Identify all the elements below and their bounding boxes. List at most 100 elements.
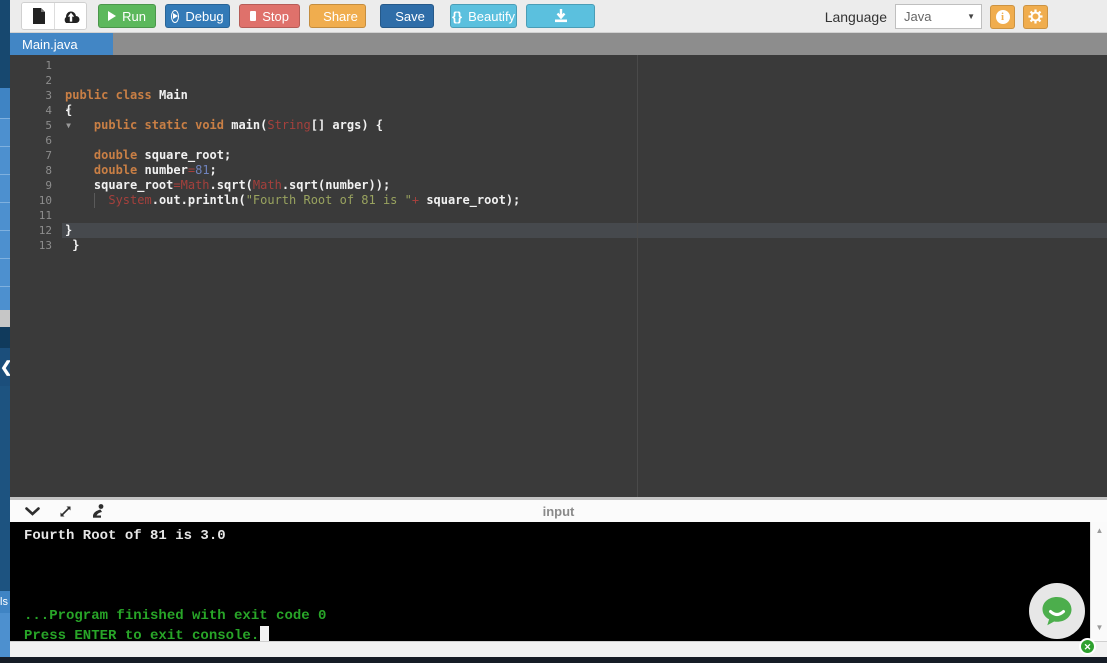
code-line[interactable]	[65, 73, 1107, 88]
toolbar-right: Language Java ▼ i	[825, 0, 1048, 33]
upload-icon	[62, 9, 80, 23]
code-line[interactable]: public class Main	[65, 88, 1107, 103]
expand-console-button[interactable]	[55, 502, 75, 520]
info-icon: i	[996, 10, 1010, 24]
tab-main-java[interactable]: Main.java	[10, 33, 113, 55]
console-line	[24, 566, 1090, 586]
sidebar-partial-text: ls	[0, 596, 8, 608]
code-line[interactable]: System.out.println("Fourth Root of 81 is…	[65, 193, 1107, 208]
sidebar-segment[interactable]	[0, 230, 10, 258]
code-line[interactable]: public static void main(String[] args) {	[65, 118, 1107, 133]
sidebar-partial-label: ls	[0, 591, 10, 613]
line-number[interactable]: 3	[10, 88, 62, 103]
line-number[interactable]: 11	[10, 208, 62, 223]
beautify-button[interactable]: {} Beautify	[450, 4, 517, 28]
language-select[interactable]: Java ▼	[895, 4, 982, 29]
sidebar-segment[interactable]	[0, 310, 10, 327]
code-line[interactable]	[65, 208, 1107, 223]
sidebar-segment[interactable]	[0, 286, 10, 310]
sidebar-segment[interactable]	[0, 146, 10, 174]
chat-bubble-icon	[1039, 593, 1075, 629]
console-line: Fourth Root of 81 is 3.0	[24, 526, 1090, 546]
code-line[interactable]: square_root=Math.sqrt(Math.sqrt(number))…	[65, 178, 1107, 193]
code-line[interactable]: {	[65, 103, 1107, 118]
line-number[interactable]: 13	[10, 238, 62, 253]
scroll-down-button[interactable]: ▼	[1091, 621, 1107, 635]
stop-button[interactable]: Stop	[239, 4, 300, 28]
console-input-label: input	[543, 504, 575, 519]
code-line[interactable]: }	[65, 223, 1107, 238]
line-number[interactable]: 1	[10, 58, 62, 73]
code-line[interactable]: double number=81;	[65, 163, 1107, 178]
indent-guide	[94, 193, 95, 208]
ide-window: ❮ ls Run Debug Stop Share	[0, 0, 1107, 663]
sidebar-segment	[0, 386, 10, 591]
line-number[interactable]: 7	[10, 148, 62, 163]
upload-button[interactable]	[54, 3, 86, 29]
tab-bar: Main.java	[10, 33, 1107, 55]
sidebar-segment[interactable]	[0, 202, 10, 230]
console-line: ...Program finished with exit code 0	[24, 606, 1090, 626]
debug-play-icon	[171, 10, 179, 23]
console-cursor	[260, 626, 269, 641]
toolbar: Run Debug Stop Share Save {} Beautify La…	[10, 0, 1107, 33]
save-button[interactable]: Save	[380, 4, 434, 28]
console-header: input	[10, 497, 1107, 522]
sidebar-segment[interactable]	[0, 88, 10, 118]
info-button[interactable]: i	[990, 5, 1015, 29]
run-button[interactable]: Run	[98, 4, 156, 28]
chat-button[interactable]	[1029, 583, 1085, 639]
beautify-button-label: Beautify	[468, 9, 515, 24]
download-button[interactable]	[526, 4, 595, 28]
language-selected-value: Java	[904, 9, 931, 24]
detach-console-button[interactable]	[88, 502, 108, 520]
settings-button[interactable]	[1023, 5, 1048, 29]
gutter: 1234▼5▼678910111213	[10, 58, 62, 253]
collapsed-sidebar[interactable]: ❮ ls	[0, 0, 10, 657]
sidebar-segment[interactable]	[0, 258, 10, 286]
code-line[interactable]	[65, 58, 1107, 73]
sidebar-segment[interactable]	[0, 613, 10, 659]
console-line	[24, 586, 1090, 606]
sidebar-segment[interactable]	[0, 118, 10, 146]
line-number[interactable]: 10	[10, 193, 62, 208]
debug-button[interactable]: Debug	[165, 4, 230, 28]
sidebar-segment	[0, 327, 10, 348]
chevron-down-icon	[25, 507, 40, 516]
console-header-icons	[22, 502, 108, 520]
line-number[interactable]: 2	[10, 73, 62, 88]
console-output[interactable]: Fourth Root of 81 is 3.0 ...Program fini…	[10, 522, 1090, 641]
chat-close-button[interactable]: ✕	[1079, 638, 1096, 655]
code-line[interactable]	[65, 133, 1107, 148]
code-editor[interactable]: 1234▼5▼678910111213 public class Main{ p…	[10, 55, 1107, 497]
line-number[interactable]: 8	[10, 163, 62, 178]
chevron-down-icon: ▼	[967, 12, 975, 21]
code-line[interactable]: double square_root;	[65, 148, 1107, 163]
sidebar-segment[interactable]	[0, 174, 10, 202]
line-number[interactable]: 6	[10, 133, 62, 148]
gear-icon	[1028, 9, 1043, 24]
sidebar-collapse-button[interactable]: ❮	[0, 348, 10, 386]
download-icon	[554, 9, 568, 23]
sidebar-segment[interactable]	[0, 0, 10, 88]
save-button-label: Save	[395, 9, 425, 24]
expand-icon	[58, 504, 73, 519]
line-number[interactable]: 12	[10, 223, 62, 238]
code-line[interactable]: }	[65, 238, 1107, 253]
new-file-button[interactable]	[22, 3, 54, 29]
console-line: Press ENTER to exit console.	[24, 626, 1090, 641]
console-scrollbar[interactable]: ▲ ▼	[1090, 522, 1107, 641]
new-file-icon	[32, 8, 45, 24]
line-number[interactable]: 5▼	[10, 118, 62, 133]
detach-console-icon	[91, 503, 105, 519]
play-icon	[108, 11, 116, 21]
scroll-up-button[interactable]: ▲	[1091, 524, 1107, 538]
run-button-label: Run	[122, 9, 146, 24]
line-number[interactable]: 4▼	[10, 103, 62, 118]
braces-icon: {}	[452, 9, 462, 24]
share-button[interactable]: Share	[309, 4, 366, 28]
collapse-console-button[interactable]	[22, 502, 42, 520]
bottom-bar	[10, 641, 1107, 657]
code-lines[interactable]: public class Main{ public static void ma…	[65, 58, 1107, 253]
line-number[interactable]: 9	[10, 178, 62, 193]
